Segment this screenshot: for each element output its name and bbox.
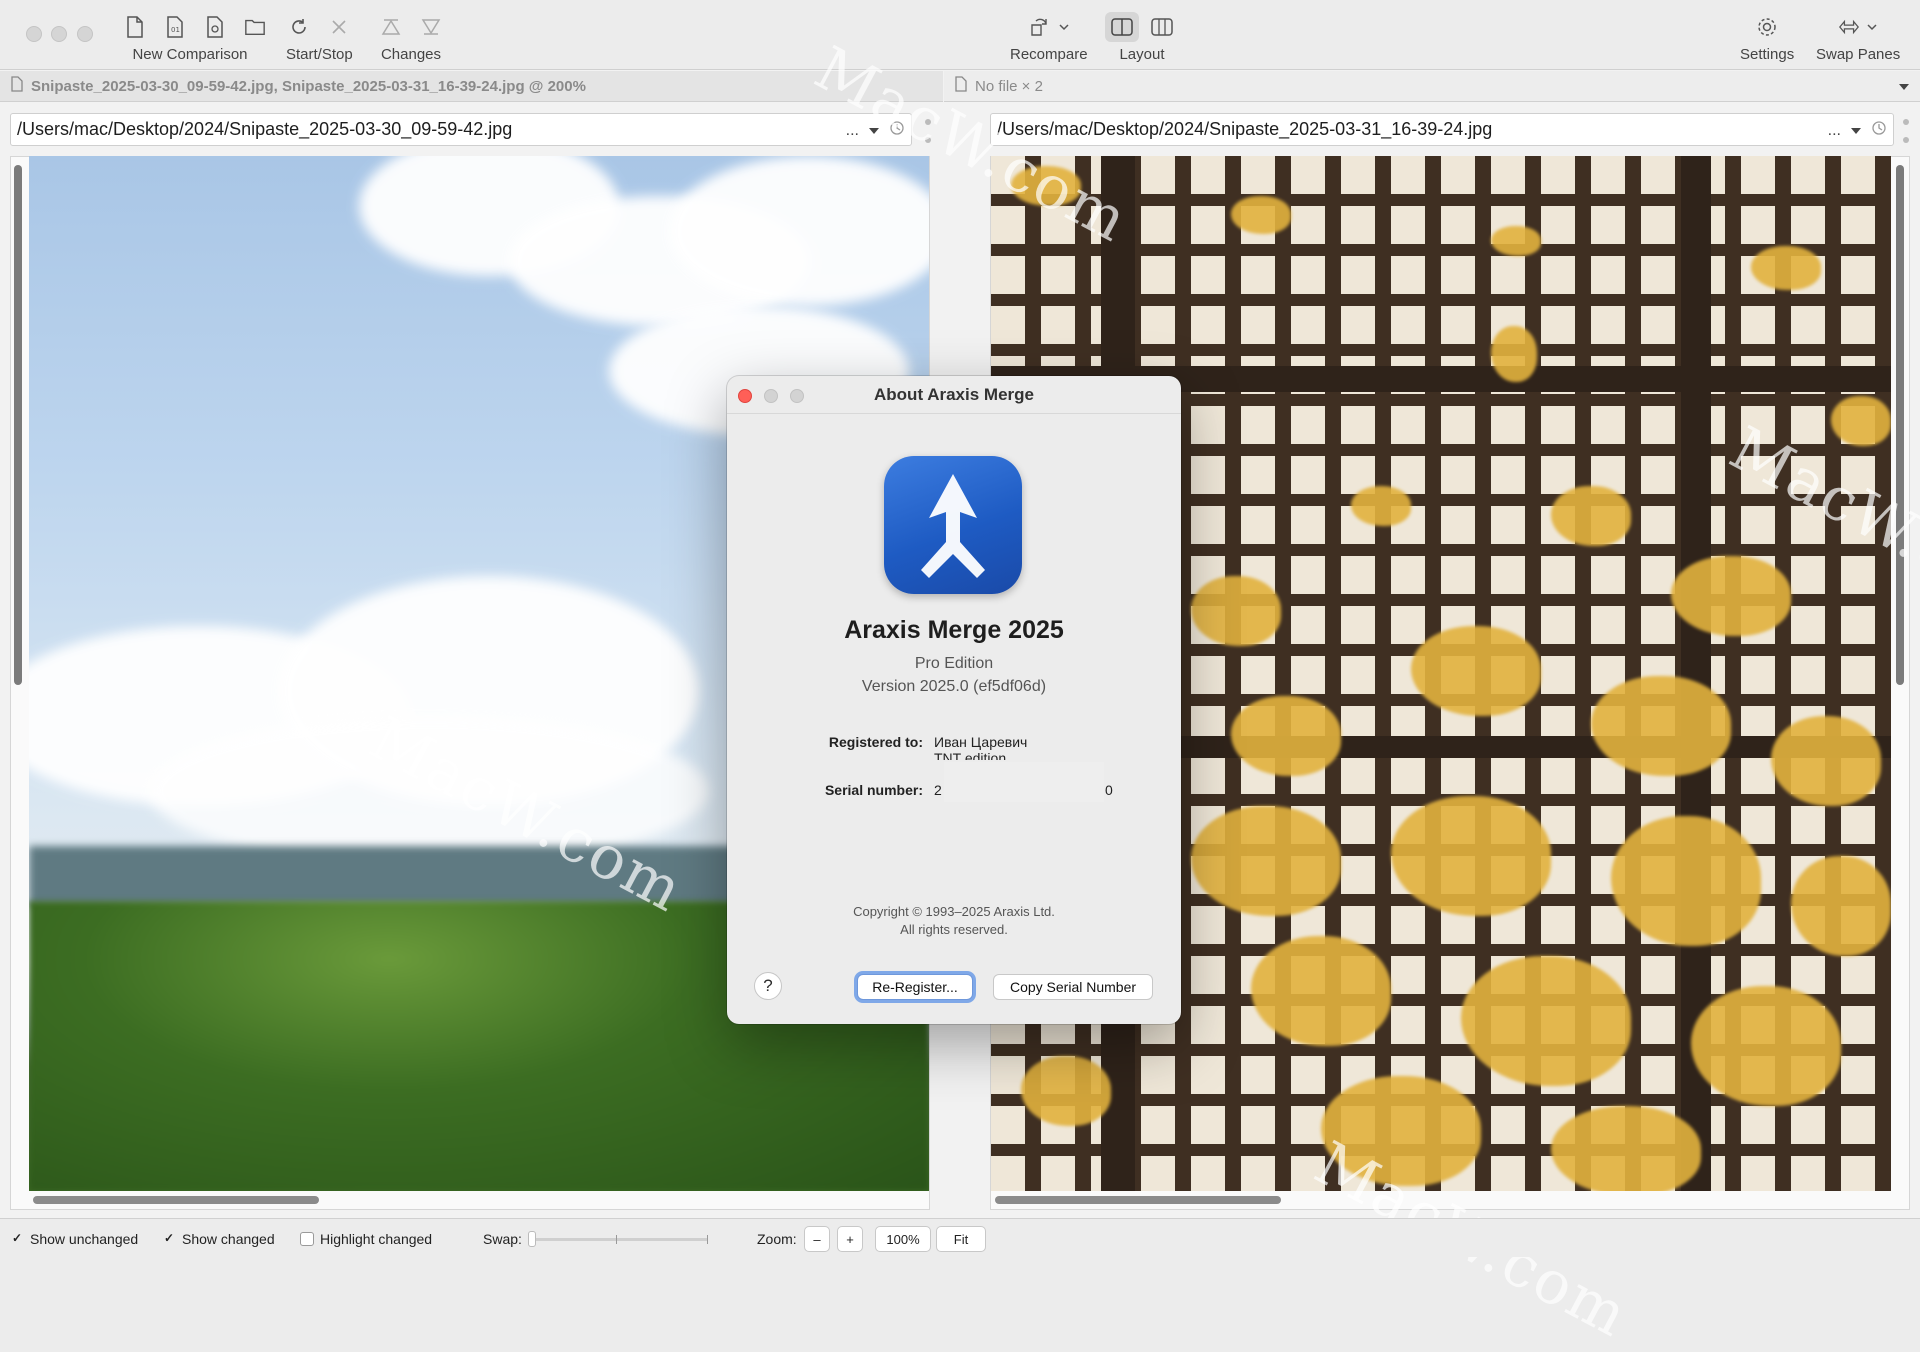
- new-image-icon[interactable]: [204, 16, 226, 38]
- changes-group: Changes: [380, 12, 442, 63]
- refresh-icon[interactable]: [288, 16, 310, 38]
- close-window-button[interactable]: [26, 26, 42, 42]
- new-comparison-group: 01 New Comparison: [124, 12, 266, 63]
- document-icon: [10, 76, 24, 96]
- left-path-value: /Users/mac/Desktop/2024/Snipaste_2025-03…: [17, 119, 513, 139]
- status-bar: ✓ Show unchanged ✓ Show changed Highligh…: [0, 1218, 1920, 1257]
- changes-label: Changes: [380, 46, 442, 63]
- right-vertical-scrollbar[interactable]: [1896, 165, 1904, 685]
- pane-menu-chevron-icon[interactable]: [1898, 79, 1910, 96]
- registered-to-value: Иван Царевич: [934, 734, 1028, 750]
- app-window: 01 New Comparison Start/Stop Changes Rec…: [0, 0, 1920, 1352]
- start-stop-label: Start/Stop: [286, 46, 353, 63]
- app-name: Araxis Merge 2025: [844, 616, 1064, 644]
- recompare-group: Recompare: [1010, 12, 1088, 63]
- show-changed-label: Show changed: [182, 1231, 275, 1247]
- settings-label: Settings: [1740, 46, 1795, 63]
- stop-icon[interactable]: [328, 16, 350, 38]
- zoom-in-button[interactable]: +: [837, 1226, 863, 1252]
- dialog-minimize-button: [764, 389, 778, 403]
- highlight-changed-checkbox[interactable]: Highlight changed: [300, 1231, 432, 1247]
- recompare-label: Recompare: [1010, 46, 1088, 63]
- swap-panes-group: Swap Panes: [1816, 12, 1900, 63]
- dropdown-triangle-icon[interactable]: [1851, 122, 1861, 140]
- toolbar: 01 New Comparison Start/Stop Changes Rec…: [0, 0, 1920, 70]
- left-horizontal-scrollbar[interactable]: [33, 1196, 319, 1204]
- swap-slider[interactable]: [528, 1231, 708, 1247]
- gear-icon[interactable]: [1756, 16, 1778, 38]
- serial-number-label: Serial number:: [824, 782, 923, 798]
- checkbox-box: ✓: [11, 1231, 23, 1245]
- zoom-value-field[interactable]: 100%: [875, 1226, 931, 1252]
- layout-split-icon[interactable]: [1145, 16, 1179, 38]
- left-pane-title-text: Snipaste_2025-03-30_09-59-42.jpg, Snipas…: [31, 77, 586, 95]
- registered-to-label: Registered to:: [828, 734, 923, 750]
- help-button[interactable]: ?: [754, 972, 782, 1000]
- settings-group: Settings: [1740, 12, 1794, 63]
- prev-change-icon[interactable]: [380, 16, 402, 38]
- right-horizontal-scrollbar[interactable]: [995, 1196, 1281, 1204]
- left-vertical-scrollbar[interactable]: [14, 165, 22, 685]
- rights-text: All rights reserved.: [900, 922, 1008, 937]
- right-pane-title-text: No file × 2: [975, 77, 1043, 95]
- about-dialog: About Araxis Merge Araxis Merge 2025 Pro…: [727, 376, 1181, 1024]
- minimize-window-button[interactable]: [51, 26, 67, 42]
- show-changed-checkbox[interactable]: ✓ Show changed: [162, 1231, 275, 1247]
- dialog-zoom-button: [790, 389, 804, 403]
- zoom-window-button[interactable]: [77, 26, 93, 42]
- swap-label: Swap:: [483, 1231, 522, 1247]
- left-path-more-button[interactable]: ...: [846, 122, 859, 140]
- registered-to-subvalue: TNT edition: [934, 750, 1007, 760]
- layout-label: Layout: [1119, 46, 1165, 63]
- chevron-down-icon[interactable]: [1058, 16, 1070, 38]
- swap-icon[interactable]: [1838, 16, 1860, 38]
- left-path-field[interactable]: /Users/mac/Desktop/2024/Snipaste_2025-03…: [10, 113, 912, 146]
- zoom-out-button[interactable]: –: [804, 1226, 830, 1252]
- checkbox-box: [300, 1232, 314, 1246]
- fit-button[interactable]: Fit: [936, 1226, 986, 1252]
- show-unchanged-label: Show unchanged: [30, 1231, 139, 1247]
- show-unchanged-checkbox[interactable]: ✓ Show unchanged: [10, 1231, 138, 1247]
- right-path-value: /Users/mac/Desktop/2024/Snipaste_2025-03…: [997, 119, 1493, 139]
- right-edge-handle[interactable]: [1902, 113, 1910, 149]
- right-path-field[interactable]: /Users/mac/Desktop/2024/Snipaste_2025-03…: [990, 113, 1894, 146]
- serial-number-start: 2: [934, 782, 942, 798]
- edition-text: Pro Edition: [914, 655, 994, 672]
- highlight-changed-label: Highlight changed: [320, 1231, 433, 1247]
- left-pane-title: Snipaste_2025-03-30_09-59-42.jpg, Snipas…: [0, 71, 943, 102]
- document-icon: [954, 76, 968, 96]
- start-stop-group: Start/Stop: [286, 12, 353, 63]
- checkbox-box: ✓: [163, 1231, 175, 1245]
- copyright-text: Copyright © 1993–2025 Araxis Ltd.: [853, 904, 1055, 919]
- zoom-label: Zoom:: [757, 1231, 797, 1247]
- history-icon[interactable]: [1871, 120, 1887, 141]
- dialog-close-button[interactable]: [738, 389, 752, 403]
- svg-text:01: 01: [171, 26, 180, 34]
- araxis-merge-app-icon: [884, 456, 1022, 594]
- next-change-icon[interactable]: [420, 16, 442, 38]
- right-pane-title: No file × 2: [944, 71, 1920, 102]
- new-comparison-label: New Comparison: [132, 46, 248, 63]
- right-path-more-button[interactable]: ...: [1828, 122, 1841, 140]
- new-binary-icon[interactable]: 01: [164, 16, 186, 38]
- serial-number-end: 0: [1105, 782, 1113, 798]
- swap-panes-label: Swap Panes: [1816, 46, 1901, 63]
- new-file-icon[interactable]: [124, 16, 146, 38]
- layout-side-by-side-icon[interactable]: [1105, 12, 1139, 42]
- layout-group: Layout: [1105, 12, 1179, 63]
- version-text: Version 2025.0 (ef5df06d): [861, 678, 1047, 695]
- swap-slider-knob[interactable]: [528, 1231, 536, 1247]
- recompare-icon[interactable]: [1028, 16, 1050, 38]
- new-folder-icon[interactable]: [244, 16, 266, 38]
- serial-number-redaction: [944, 762, 1104, 802]
- swap-chevron-down-icon[interactable]: [1866, 16, 1878, 38]
- re-register-button[interactable]: Re-Register...: [857, 974, 973, 1000]
- copy-serial-number-button[interactable]: Copy Serial Number: [993, 974, 1153, 1000]
